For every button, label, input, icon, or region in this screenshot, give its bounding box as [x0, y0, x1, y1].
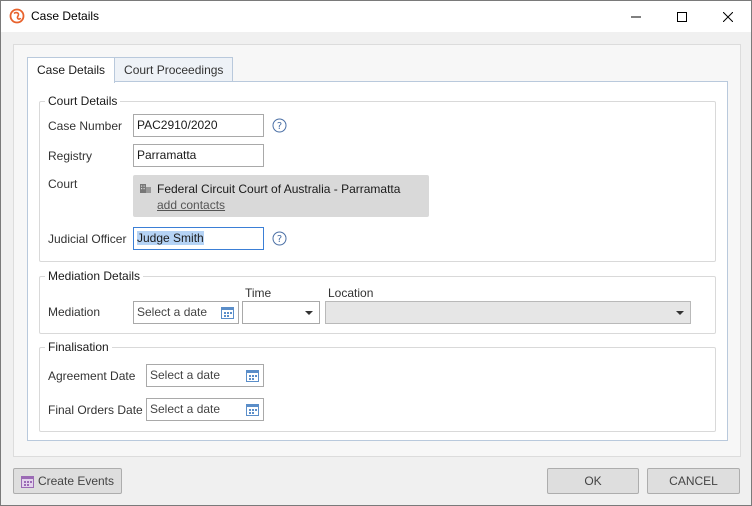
judicial-officer-help-icon[interactable]: ? [272, 231, 287, 246]
judicial-officer-value: Judge Smith [137, 231, 204, 245]
case-number-input[interactable]: PAC2910/2020 [133, 114, 264, 137]
maximize-icon [677, 11, 687, 22]
close-button[interactable] [705, 1, 751, 32]
court-details-title: Court Details [45, 94, 121, 108]
building-icon [140, 184, 151, 193]
court-label: Court [48, 177, 78, 191]
final-orders-date-picker[interactable]: Select a date [146, 398, 264, 421]
window-title: Case Details [31, 9, 100, 23]
mediation-location-select[interactable] [325, 301, 691, 324]
case-details-window: Case Details Case Details Court Proceedi… [0, 0, 752, 506]
finalisation-title: Finalisation [45, 340, 112, 354]
registry-label: Registry [48, 149, 93, 163]
tab-strip: Case Details Court Proceedings [27, 57, 234, 83]
cancel-button[interactable]: CANCEL [647, 468, 740, 494]
court-name: Federal Circuit Court of Australia - Par… [157, 182, 401, 196]
agreement-date-label: Agreement Date [48, 369, 136, 383]
ok-button[interactable]: OK [547, 468, 639, 494]
app-logo-icon [9, 8, 25, 24]
mediation-time-select[interactable] [242, 301, 320, 324]
create-events-label: Create Events [37, 474, 115, 488]
mediation-label: Mediation [48, 305, 101, 319]
calendar-icon[interactable] [246, 403, 259, 416]
judicial-officer-label: Judicial Officer [48, 232, 127, 246]
agreement-date-picker[interactable]: Select a date [146, 364, 264, 387]
registry-input[interactable]: Parramatta [133, 144, 264, 167]
mediation-details-title: Mediation Details [45, 269, 144, 283]
mediation-date-placeholder: Select a date [137, 305, 208, 319]
chevron-down-icon [676, 311, 684, 315]
svg-text:?: ? [277, 234, 282, 245]
tab-court-proceedings[interactable]: Court Proceedings [114, 57, 234, 82]
final-orders-date-placeholder: Select a date [150, 402, 221, 416]
create-events-button[interactable]: Create Events [13, 468, 122, 494]
calendar-icon[interactable] [246, 369, 259, 382]
agreement-date-placeholder: Select a date [150, 368, 221, 382]
maximize-button[interactable] [659, 1, 705, 32]
title-bar: Case Details [1, 1, 751, 32]
svg-text:?: ? [277, 121, 282, 132]
calendar-icon [20, 475, 34, 488]
tab-case-details[interactable]: Case Details [27, 57, 116, 83]
minimize-icon [631, 16, 641, 17]
close-icon [723, 11, 733, 22]
judicial-officer-input[interactable]: Judge Smith [133, 227, 264, 250]
time-label: Time [245, 286, 272, 300]
location-label: Location [328, 286, 374, 300]
final-orders-date-label: Final Orders Date [48, 403, 143, 417]
case-number-label: Case Number [48, 119, 123, 133]
mediation-date-picker[interactable]: Select a date [133, 301, 239, 324]
case-number-help-icon[interactable]: ? [272, 118, 287, 133]
finalisation-group: Finalisation [39, 340, 716, 432]
calendar-icon[interactable] [221, 306, 234, 319]
add-contacts-link[interactable]: add contacts [157, 198, 225, 212]
court-card: Federal Circuit Court of Australia - Par… [133, 175, 429, 217]
minimize-button[interactable] [613, 1, 659, 32]
chevron-down-icon [305, 311, 313, 315]
